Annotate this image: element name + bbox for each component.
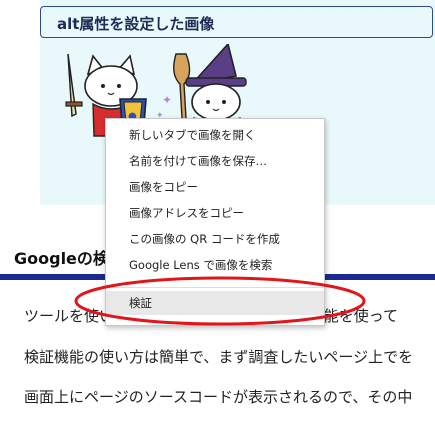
figure-heading-text: alt属性を設定した画像 — [57, 15, 215, 33]
paragraph-2: 検証機能の使い方は簡単で、まず調査したいページ上でを — [24, 348, 414, 366]
svg-text:✦: ✦ — [162, 93, 172, 107]
annotation-ellipse — [74, 276, 366, 326]
menu-item-copy-image[interactable]: 画像をコピー — [106, 175, 324, 199]
section-heading-text: Googleの検 — [14, 249, 109, 268]
menu-item-copy-image-address[interactable]: 画像アドレスをコピー — [106, 201, 324, 225]
figure-heading: alt属性を設定した画像 — [40, 6, 433, 38]
menu-item-save-image-as[interactable]: 名前を付けて画像を保存… — [106, 149, 324, 173]
menu-item-create-qr-code[interactable]: この画像の QR コードを作成 — [106, 227, 324, 251]
paragraph-3: 画面上にページのソースコードが表示されるので、その中 — [24, 388, 413, 406]
menu-item-open-image-new-tab[interactable]: 新しいタブで画像を開く — [106, 123, 324, 147]
